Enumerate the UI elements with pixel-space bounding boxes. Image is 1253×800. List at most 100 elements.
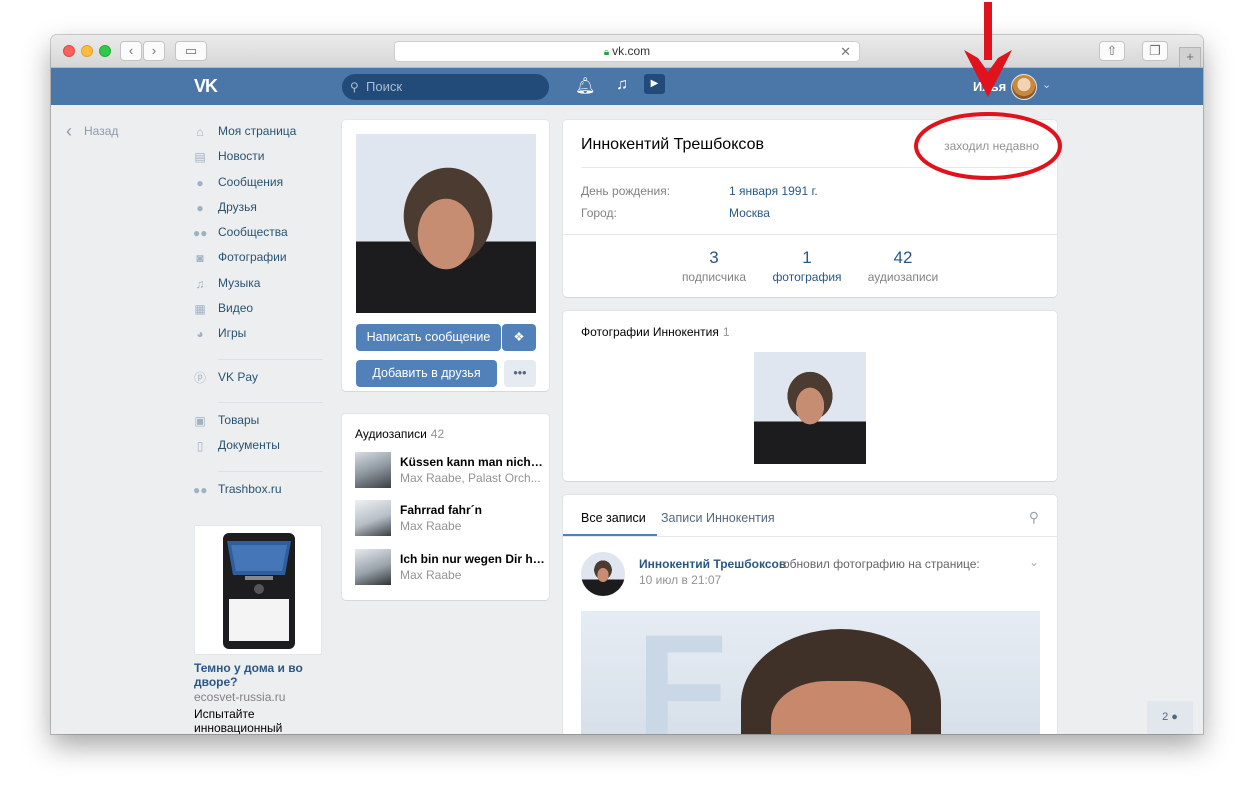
chevron-left-icon: ‹	[128, 43, 134, 58]
chevron-down-icon[interactable]: ⌄	[1029, 555, 1039, 569]
friends-online-count: 2	[1162, 711, 1169, 723]
sidebar-item-music[interactable]: ♫ Музыка	[191, 275, 323, 300]
video-icon: ▦	[194, 302, 206, 317]
post-author-avatar[interactable]	[581, 552, 625, 596]
audio-item[interactable]: Küssen kann man nicht ... Max Raabe, Pal…	[355, 452, 545, 490]
audio-title: Küssen kann man nicht ...	[400, 455, 545, 469]
audio-artist: Max Raabe	[400, 519, 462, 533]
minimize-window-button[interactable]	[81, 45, 93, 57]
audio-cover[interactable]	[355, 452, 391, 488]
counter-label: фотография	[772, 270, 842, 284]
annotation-ellipse	[914, 112, 1062, 180]
photos-section-title: Фотографии Иннокентия	[581, 325, 719, 339]
divider	[218, 358, 323, 360]
sidebar-item-video[interactable]: ▦ Видео	[191, 300, 323, 325]
play-icon[interactable]: ▶	[644, 74, 665, 94]
audio-section-header[interactable]: Аудиозаписи 42	[355, 425, 444, 443]
sidebar-item-label: Друзья	[218, 199, 257, 214]
profile-photo[interactable]	[356, 134, 536, 313]
search-input[interactable]: ⚲ Поиск	[342, 74, 549, 100]
city-label: Город:	[581, 206, 617, 220]
post-timestamp[interactable]: 10 июл в 21:07	[639, 573, 721, 587]
profile-photo-card: Написать сообщение ❖ Добавить в друзья •…	[342, 120, 549, 391]
sidebar-item-groups[interactable]: ●● Сообщества	[191, 224, 323, 249]
audio-cover[interactable]	[355, 500, 391, 536]
notifications-bell-icon[interactable]: 🔔︎	[575, 76, 595, 96]
zoom-window-button[interactable]	[99, 45, 111, 57]
counter-number: 1	[802, 248, 812, 267]
audio-item[interactable]: Fahrrad fahr´n Max Raabe	[355, 500, 545, 538]
gift-icon: ❖	[513, 330, 525, 344]
sidebar-item-news[interactable]: ▤ Новости	[191, 148, 323, 173]
sidebar-item-games[interactable]: ◕ Игры	[191, 325, 323, 350]
stop-load-icon[interactable]: ✕	[840, 42, 851, 61]
sidebar-item-vkpay[interactable]: ⓟ VK Pay	[191, 369, 323, 394]
friends-online-button[interactable]: 2 ●	[1147, 701, 1193, 734]
city-value[interactable]: Москва	[729, 206, 770, 220]
counter-number: 42	[893, 248, 913, 267]
tabs-overview-button[interactable]: ❐	[1142, 41, 1168, 61]
photo-thumbnail[interactable]	[754, 352, 866, 464]
add-friend-button[interactable]: Добавить в друзья	[356, 360, 497, 387]
messages-icon: ●	[196, 175, 204, 190]
birthday-value[interactable]: 1 января 1991 г.	[729, 184, 818, 198]
music-icon[interactable]: ♫	[616, 76, 628, 94]
search-placeholder: Поиск	[366, 79, 403, 94]
sidebar-item-my-page[interactable]: ⌂ Моя страница	[191, 123, 323, 148]
tab-own-posts[interactable]: Записи Иннокентия	[661, 511, 775, 525]
birthday-label: День рождения:	[581, 184, 671, 198]
sidebar-item-label: VK Pay	[218, 369, 259, 384]
ad-block[interactable]: Темно у дома и во дворе? ecosvet-russia.…	[194, 525, 324, 734]
friends-icon: ●	[196, 200, 204, 215]
url-text: vk.com	[612, 44, 651, 58]
ad-title[interactable]: Темно у дома и во дворе?	[194, 661, 324, 689]
sidebar-item-documents[interactable]: ▯ Документы	[191, 437, 323, 462]
browser-forward-button[interactable]: ›	[143, 41, 165, 61]
audio-cover[interactable]	[355, 549, 391, 585]
wall-card: Все записи Записи Иннокентия ⚲ Иннокенти…	[563, 495, 1057, 734]
chevron-right-icon: ›	[151, 43, 157, 58]
vk-logo[interactable]: VK	[194, 76, 218, 97]
post-action-text: обновил фотографию на странице:	[783, 557, 980, 571]
post-author[interactable]: Иннокентий Трешбоксов	[639, 557, 786, 571]
new-tab-button[interactable]: +	[1179, 47, 1201, 68]
sidebar-item-label: Trashbox.ru	[218, 481, 282, 496]
counter-followers[interactable]: 3 подписчика	[674, 248, 754, 286]
counter-label: подписчика	[681, 270, 747, 284]
sidebar-item-trashbox[interactable]: ●● Trashbox.ru	[191, 481, 323, 506]
sidebar-item-messages[interactable]: ● Сообщения	[191, 174, 323, 199]
audio-item[interactable]: Ich bin nur wegen Dir hier Max Raabe	[355, 549, 545, 587]
counter-photos[interactable]: 1 фотография	[767, 248, 847, 286]
plus-icon: +	[1186, 49, 1194, 64]
more-actions-button[interactable]: •••	[504, 360, 536, 387]
sidebar-toggle-button[interactable]: ▭	[175, 41, 207, 61]
counter-audios[interactable]: 42 аудиозаписи	[863, 248, 943, 286]
photos-section-header[interactable]: Фотографии Иннокентия 1	[581, 323, 730, 341]
close-window-button[interactable]	[63, 45, 75, 57]
tab-all-posts[interactable]: Все записи	[581, 511, 646, 525]
photo-face-graphic	[771, 681, 911, 734]
sidebar-item-goods[interactable]: ▣ Товары	[191, 412, 323, 437]
chevron-down-icon[interactable]: ⌄	[1042, 78, 1051, 91]
browser-toolbar: ‹ › ▭ 🔒︎ vk.com ✕ ⇧ ❐ +	[51, 35, 1203, 68]
counter-label: аудиозаписи	[867, 270, 939, 284]
gift-button[interactable]: ❖	[502, 324, 536, 351]
tab-label: Записи Иннокентия	[661, 511, 775, 525]
home-icon: ⌂	[196, 125, 204, 139]
post-image[interactable]: F C	[581, 611, 1040, 734]
annotation-arrow-icon	[964, 2, 1012, 97]
browser-back-button[interactable]: ‹	[120, 41, 142, 61]
sidebar-item-friends[interactable]: ● Друзья	[191, 199, 323, 224]
write-message-button[interactable]: Написать сообщение	[356, 324, 501, 351]
shopping-bag-icon: ▣	[194, 413, 206, 428]
chevron-left-icon: ‹	[66, 121, 72, 141]
photos-count: 1	[722, 325, 730, 339]
sidebar-item-photos[interactable]: ◙ Фотографии	[191, 249, 323, 274]
sidebar-item-label: Видео	[218, 301, 254, 316]
share-button[interactable]: ⇧	[1099, 41, 1125, 61]
ad-image[interactable]	[194, 525, 322, 655]
address-bar[interactable]: 🔒︎ vk.com ✕	[394, 41, 860, 62]
search-icon[interactable]: ⚲	[1029, 509, 1039, 526]
audio-title: Fahrrad fahr´n	[400, 503, 483, 517]
back-link[interactable]: ‹ Назад	[66, 121, 118, 142]
